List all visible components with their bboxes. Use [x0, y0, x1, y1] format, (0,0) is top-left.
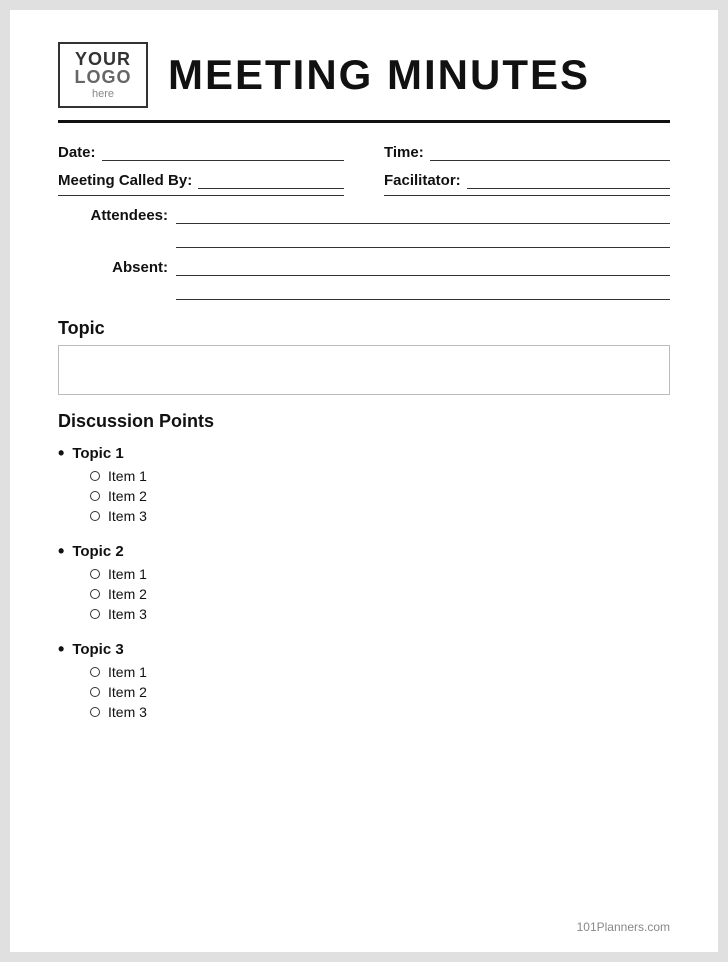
list-item-text: Item 3	[108, 508, 147, 524]
absent-block: Absent:	[58, 258, 670, 300]
circle-bullet-icon	[90, 569, 100, 579]
attendees-second-line	[176, 230, 670, 248]
list-item-text: Item 1	[108, 664, 147, 680]
circle-bullet-icon	[90, 609, 100, 619]
list-item: Item 1	[90, 566, 670, 582]
facilitator-label: Facilitator:	[384, 172, 461, 189]
circle-bullet-icon	[90, 471, 100, 481]
absent-input[interactable]	[176, 258, 670, 276]
topic-group-2: • Topic 2 Item 1 Item 2 Item 3	[58, 542, 670, 622]
list-item-text: Item 3	[108, 704, 147, 720]
topic-section: Topic	[58, 318, 670, 395]
form-section: Date: Time: Meeting Called By: Facilitat…	[58, 143, 670, 300]
date-input[interactable]	[102, 143, 344, 161]
topic-label-2: Topic 2	[72, 543, 123, 560]
footer: 101Planners.com	[577, 920, 670, 934]
time-input[interactable]	[430, 143, 670, 161]
discussion-section: Discussion Points •Topic 1Item 1Item 2It…	[58, 411, 670, 720]
topic-label-3: Topic 3	[72, 641, 123, 658]
topic-bullet-dot-3: •	[58, 640, 64, 658]
date-label: Date:	[58, 144, 96, 161]
discussion-topics: • Topic 1 Item 1 Item 2 Item 3 • Topic 2 Item 1…	[58, 444, 670, 720]
list-item: Item 2	[90, 684, 670, 700]
list-item-text: Item 2	[108, 586, 147, 602]
time-label: Time:	[384, 144, 424, 161]
topic-bullet-2: • Topic 2	[58, 542, 670, 560]
header: YOUR LOGO here MEETING MINUTES	[58, 42, 670, 108]
topic-bullet-3: • Topic 3	[58, 640, 670, 658]
topic-bullet-1: • Topic 1	[58, 444, 670, 462]
meeting-facilitator-row: Meeting Called By: Facilitator:	[58, 171, 670, 196]
circle-bullet-icon	[90, 511, 100, 521]
header-divider	[58, 120, 670, 123]
topic-box[interactable]	[58, 345, 670, 395]
topic-items-2: Item 1 Item 2 Item 3	[90, 566, 670, 622]
topic-section-title: Topic	[58, 318, 670, 339]
facilitator-block: Facilitator:	[384, 171, 670, 196]
list-item-text: Item 1	[108, 468, 147, 484]
page-title: MEETING MINUTES	[168, 51, 590, 99]
list-item: Item 3	[90, 606, 670, 622]
list-item-text: Item 1	[108, 566, 147, 582]
meeting-called-by-second-line	[58, 195, 344, 196]
circle-bullet-icon	[90, 667, 100, 677]
meeting-called-by-label: Meeting Called By:	[58, 172, 192, 189]
logo-your-text: YOUR	[75, 50, 131, 68]
list-item: Item 2	[90, 488, 670, 504]
topic-bullet-dot-2: •	[58, 542, 64, 560]
absent-second-line	[176, 282, 670, 300]
circle-bullet-icon	[90, 589, 100, 599]
topic-bullet-dot-1: •	[58, 444, 64, 462]
list-item: Item 3	[90, 508, 670, 524]
logo-here-text: here	[92, 88, 114, 100]
topic-label-1: Topic 1	[72, 445, 123, 462]
footer-text: 101Planners.com	[577, 920, 670, 934]
logo-box: YOUR LOGO here	[58, 42, 148, 108]
discussion-title: Discussion Points	[58, 411, 670, 432]
meeting-called-by-input[interactable]	[198, 171, 344, 189]
logo-logo-text: LOGO	[75, 68, 132, 86]
attendees-row: Attendees:	[58, 206, 670, 224]
list-item-text: Item 2	[108, 488, 147, 504]
topic-group-1: • Topic 1 Item 1 Item 2 Item 3	[58, 444, 670, 524]
circle-bullet-icon	[90, 491, 100, 501]
list-item-text: Item 2	[108, 684, 147, 700]
circle-bullet-icon	[90, 687, 100, 697]
topic-group-3: • Topic 3 Item 1 Item 2 Item 3	[58, 640, 670, 720]
circle-bullet-icon	[90, 707, 100, 717]
attendees-block: Attendees:	[58, 206, 670, 248]
list-item-text: Item 3	[108, 606, 147, 622]
absent-row: Absent:	[58, 258, 670, 276]
meeting-called-by-field: Meeting Called By:	[58, 171, 344, 189]
meeting-called-by-block: Meeting Called By:	[58, 171, 344, 196]
attendees-label: Attendees:	[58, 207, 168, 224]
facilitator-field: Facilitator:	[384, 171, 670, 189]
list-item: Item 1	[90, 468, 670, 484]
list-item: Item 1	[90, 664, 670, 680]
date-time-row: Date: Time:	[58, 143, 670, 161]
time-field: Time:	[384, 143, 670, 161]
date-field: Date:	[58, 143, 344, 161]
topic-items-1: Item 1 Item 2 Item 3	[90, 468, 670, 524]
absent-label: Absent:	[58, 259, 168, 276]
page: YOUR LOGO here MEETING MINUTES Date: Tim…	[10, 10, 718, 952]
facilitator-second-line	[384, 195, 670, 196]
topic-items-3: Item 1 Item 2 Item 3	[90, 664, 670, 720]
facilitator-input[interactable]	[467, 171, 670, 189]
list-item: Item 2	[90, 586, 670, 602]
attendees-input[interactable]	[176, 206, 670, 224]
list-item: Item 3	[90, 704, 670, 720]
